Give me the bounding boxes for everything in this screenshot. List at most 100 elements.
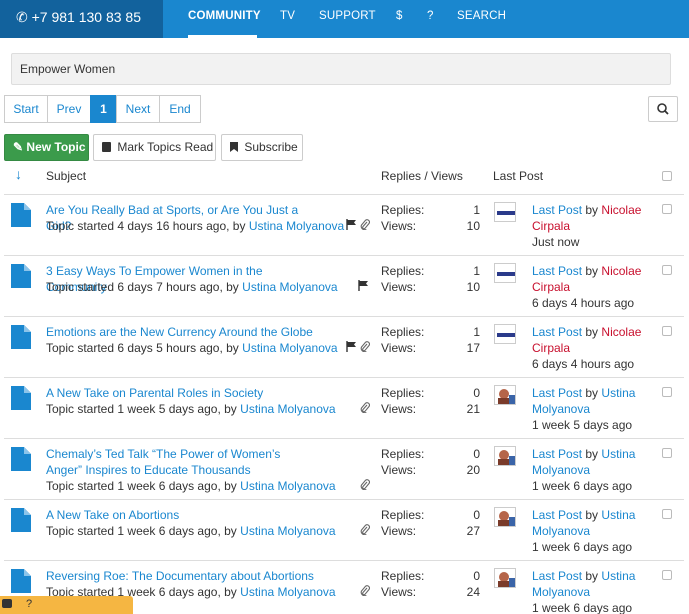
avatar[interactable] [494, 385, 516, 405]
replies-count: 1 [473, 325, 480, 339]
chat-widget[interactable]: ? [0, 596, 133, 614]
replies-count: 0 [473, 386, 480, 400]
topic-title-link[interactable]: Reversing Roe: The Documentary about Abo… [46, 568, 316, 584]
topic-author-link[interactable]: Ustina Molyanova [240, 585, 335, 599]
topic-status-icons [346, 479, 374, 491]
topic-meta: Topic started 1 week 6 days ago, by Usti… [46, 478, 336, 494]
page-prev-button[interactable]: Prev [47, 95, 91, 123]
search-button[interactable] [648, 96, 678, 122]
topic-select-checkbox[interactable] [662, 509, 672, 519]
last-post-by-label: by [585, 325, 599, 339]
topic-meta: Topic started 6 days 7 hours ago, by Ust… [46, 279, 338, 295]
topic-select-checkbox[interactable] [662, 326, 672, 336]
nav-community[interactable]: COMMUNITY [188, 0, 261, 38]
last-post-link[interactable]: Last Post [532, 508, 582, 522]
last-post-by-label: by [585, 569, 599, 583]
page-end-button[interactable]: End [159, 95, 201, 123]
flag-icon [346, 341, 357, 355]
views-label: Views: [381, 280, 417, 294]
subject-header[interactable]: Subject [46, 169, 86, 183]
topic-title-link[interactable]: Chemaly’s Ted Talk “The Power of Women’s… [46, 446, 316, 478]
avatar[interactable] [494, 568, 516, 588]
topic-select-checkbox[interactable] [662, 448, 672, 458]
document-icon [11, 203, 31, 227]
topic-author-link[interactable]: Ustina Molyanova [249, 219, 344, 233]
last-post-link[interactable]: Last Post [532, 325, 582, 339]
nav-help[interactable]: ? [427, 0, 434, 38]
select-all-checkbox[interactable] [662, 171, 672, 181]
flag-icon [346, 219, 357, 233]
chat-icon [2, 599, 12, 608]
avatar-photo-icon [498, 450, 515, 465]
last-post-info: Last Post by Ustina Molyanova 1 week 5 d… [532, 385, 672, 433]
avatar[interactable] [494, 507, 516, 527]
sort-arrow-icon[interactable]: ↓ [15, 166, 22, 182]
subscribe-button[interactable]: Subscribe [221, 134, 303, 161]
page-current-button[interactable]: 1 [90, 95, 117, 123]
topic-status-icons [346, 524, 374, 536]
document-icon [11, 386, 31, 410]
topic-author-link[interactable]: Ustina Molyanova [240, 479, 335, 493]
bookmark-icon [230, 142, 238, 152]
topic-select-checkbox[interactable] [662, 387, 672, 397]
topic-age: 1 week 6 days ago, by [117, 524, 237, 538]
last-post-link[interactable]: Last Post [532, 264, 582, 278]
views-count: 17 [466, 341, 480, 355]
topic-title-link[interactable]: A New Take on Parental Roles in Society [46, 385, 316, 401]
replies-label: Replies: [381, 447, 425, 461]
avatar[interactable] [494, 202, 516, 222]
chat-widget-label: ? [26, 598, 33, 610]
replies-label: Replies: [381, 264, 425, 278]
topic-author-link[interactable]: Ustina Molyanova [242, 341, 337, 355]
page-next-button[interactable]: Next [116, 95, 160, 123]
topic-meta: Topic started 1 week 5 days ago, by Usti… [46, 401, 336, 417]
replies-views-header[interactable]: Replies / Views [381, 169, 463, 183]
topic-meta: Topic started 1 week 6 days ago, by Usti… [46, 523, 336, 539]
nav-tv[interactable]: TV [280, 0, 295, 38]
avatar[interactable] [494, 446, 516, 466]
page-start-button[interactable]: Start [4, 95, 48, 123]
avatar-photo-icon [498, 389, 515, 404]
last-post-header[interactable]: Last Post [493, 169, 543, 183]
last-post-link[interactable]: Last Post [532, 203, 582, 217]
avatar[interactable] [494, 324, 516, 344]
nav-donate[interactable]: $ [396, 0, 403, 38]
avatar-photo-icon [498, 511, 515, 526]
topic-author-link[interactable]: Ustina Molyanova [242, 280, 337, 294]
mark-topics-read-button[interactable]: Mark Topics Read [93, 134, 216, 161]
active-nav-indicator [188, 35, 257, 38]
phone-icon: ✆ [16, 9, 28, 25]
topic-row: A New Take on Abortions Topic started 1 … [4, 500, 684, 561]
topic-author-link[interactable]: Ustina Molyanova [240, 402, 335, 416]
views-count: 24 [466, 585, 480, 599]
topic-age: 1 week 6 days ago, by [117, 479, 237, 493]
topic-select-checkbox[interactable] [662, 204, 672, 214]
views-label: Views: [381, 219, 417, 233]
document-icon [11, 447, 31, 471]
avatar[interactable] [494, 263, 516, 283]
nav-support[interactable]: SUPPORT [319, 0, 376, 38]
topic-age: 1 week 6 days ago, by [117, 585, 237, 599]
topic-age: 4 days 16 hours ago, by [117, 219, 246, 233]
document-icon [11, 264, 31, 288]
topic-select-checkbox[interactable] [662, 570, 672, 580]
last-post-link[interactable]: Last Post [532, 386, 582, 400]
topic-title-link[interactable]: A New Take on Abortions [46, 507, 316, 523]
phone-number[interactable]: ✆ +7 981 130 83 85 [0, 0, 163, 38]
new-topic-button[interactable]: ✎ New Topic [4, 134, 89, 161]
paperclip-icon [360, 524, 370, 538]
last-post-by-label: by [585, 386, 599, 400]
paperclip-icon [360, 219, 370, 233]
nav-search[interactable]: SEARCH [457, 0, 506, 38]
replies-label: Replies: [381, 569, 425, 583]
last-post-link[interactable]: Last Post [532, 569, 582, 583]
top-nav-bar: ✆ +7 981 130 83 85 COMMUNITY TV SUPPORT … [0, 0, 689, 38]
topic-title-link[interactable]: Emotions are the New Currency Around the… [46, 324, 316, 340]
topic-select-checkbox[interactable] [662, 265, 672, 275]
paperclip-icon [360, 341, 370, 355]
last-post-info: Last Post by Nicolae Cirpala 6 days 4 ho… [532, 263, 672, 311]
last-post-time: 6 days 4 hours ago [532, 357, 635, 371]
last-post-link[interactable]: Last Post [532, 447, 582, 461]
topic-author-link[interactable]: Ustina Molyanova [240, 524, 335, 538]
replies-count: 0 [473, 569, 480, 583]
